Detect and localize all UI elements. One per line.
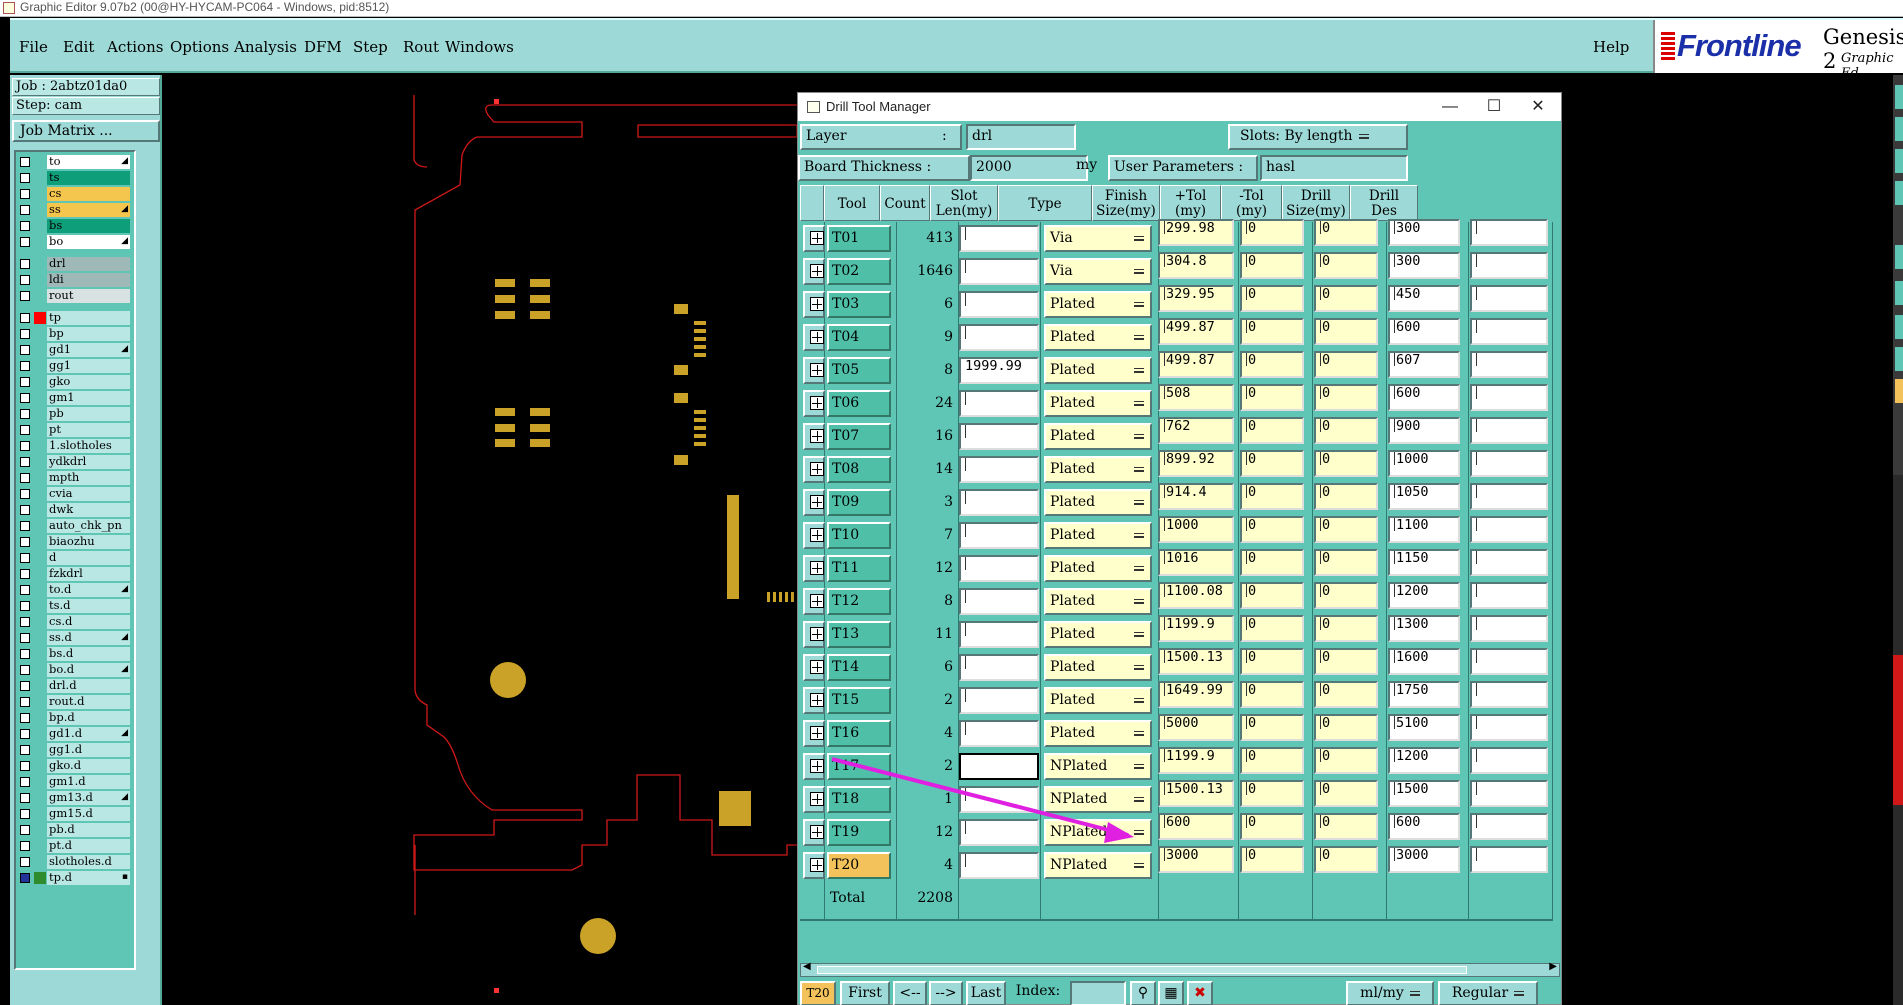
annotation-arrow — [831, 757, 1129, 837]
annotation-arrowhead — [1104, 822, 1134, 843]
annotation-overlay — [831, 757, 1134, 843]
